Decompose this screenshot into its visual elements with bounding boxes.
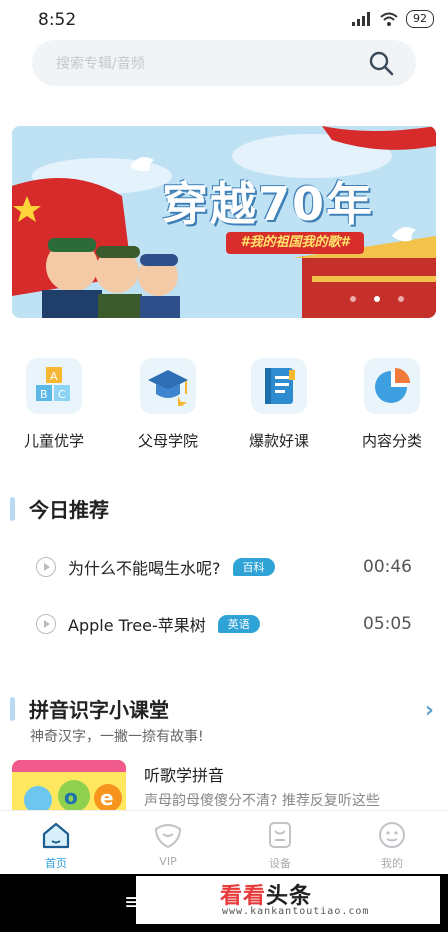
tab-label: VIP	[159, 855, 177, 868]
recommend-item[interactable]: 为什么不能喝生水呢? 百科 00:46	[36, 552, 412, 582]
watermark: 看看头条 www.kankantoutiao.com	[136, 876, 440, 924]
status-time: 8:52	[38, 10, 77, 30]
svg-text:e: e	[100, 786, 114, 810]
play-icon[interactable]	[36, 614, 56, 634]
profile-icon	[379, 822, 405, 848]
category-label: 内容分类	[361, 432, 422, 450]
category-hot-courses[interactable]: 爆款好课	[229, 358, 329, 451]
device-icon	[269, 822, 291, 848]
search-icon[interactable]	[368, 50, 394, 76]
tab-home[interactable]: 首页	[26, 821, 86, 871]
section-subtitle: 神奇汉字，一撇一捺有故事!	[30, 729, 204, 745]
pinyin-section-header: 拼音识字小课堂	[10, 694, 169, 723]
abc-blocks-icon: A B C	[26, 358, 82, 414]
recommend-tag: 英语	[217, 615, 260, 633]
home-icon	[42, 822, 70, 849]
vip-icon	[154, 824, 182, 849]
category-label: 儿童优学	[23, 432, 84, 450]
banner-title: 穿越70年	[162, 177, 375, 231]
recommend-item[interactable]: Apple Tree-苹果树 英语 05:05	[36, 609, 412, 639]
section-title: 拼音识字小课堂	[29, 698, 169, 722]
recommend-title: Apple Tree-苹果树	[68, 616, 206, 635]
wifi-icon	[380, 12, 398, 26]
status-bar: 8:52 92	[0, 0, 448, 40]
book-icon	[251, 358, 307, 414]
svg-text:C: C	[58, 388, 66, 401]
watermark-url: www.kankantoutiao.com	[222, 906, 370, 917]
section-accent-bar	[10, 696, 15, 721]
banner-subtitle: #我的祖国我的歌#	[226, 232, 364, 254]
category-parent-academy[interactable]: 父母学院	[118, 358, 218, 451]
tab-label: 首页	[45, 857, 67, 870]
tab-vip[interactable]: VIP	[138, 821, 198, 868]
pagination-dot-active	[374, 296, 380, 302]
banner-pagination	[350, 296, 404, 302]
bottom-tab-bar: 首页 VIP 设备 我的	[0, 810, 448, 874]
category-label: 爆款好课	[248, 432, 309, 450]
chevron-right-icon[interactable]: ›	[425, 698, 434, 723]
graduation-cap-icon	[140, 358, 196, 414]
signal-icon	[352, 12, 370, 26]
pagination-dot	[350, 296, 356, 302]
category-label: 父母学院	[137, 432, 198, 450]
recommend-title: 为什么不能喝生水呢?	[68, 559, 221, 578]
pagination-dot	[398, 296, 404, 302]
recommend-duration: 05:05	[363, 614, 412, 634]
tab-profile[interactable]: 我的	[362, 821, 422, 871]
section-accent-bar	[10, 496, 15, 521]
section-title: 今日推荐	[29, 498, 109, 522]
status-icons: 92	[352, 10, 434, 28]
recommend-duration: 00:46	[363, 557, 412, 577]
tab-label: 我的	[381, 857, 403, 870]
category-content-types[interactable]: 内容分类	[342, 358, 442, 451]
tab-label: 设备	[269, 857, 291, 870]
search-input[interactable]: 搜索专辑/音频	[32, 40, 416, 86]
category-kids-learning[interactable]: A B C 儿童优学	[4, 358, 104, 451]
recommend-tag: 百科	[232, 558, 275, 576]
tab-device[interactable]: 设备	[250, 821, 310, 871]
search-placeholder: 搜索专辑/音频	[56, 56, 145, 72]
today-section-header: 今日推荐	[10, 494, 109, 523]
svg-text:o: o	[64, 785, 78, 809]
pie-chart-icon	[364, 358, 420, 414]
svg-text:B: B	[40, 388, 48, 401]
album-title[interactable]: 听歌学拼音	[144, 762, 224, 786]
album-description: 声母韵母傻傻分不清? 推荐反复听这些	[144, 793, 380, 809]
battery-indicator: 92	[406, 10, 434, 28]
svg-text:A: A	[50, 370, 58, 383]
play-icon[interactable]	[36, 557, 56, 577]
category-grid: A B C 儿童优学 父母学院 爆款好课 内容分类	[0, 358, 448, 458]
